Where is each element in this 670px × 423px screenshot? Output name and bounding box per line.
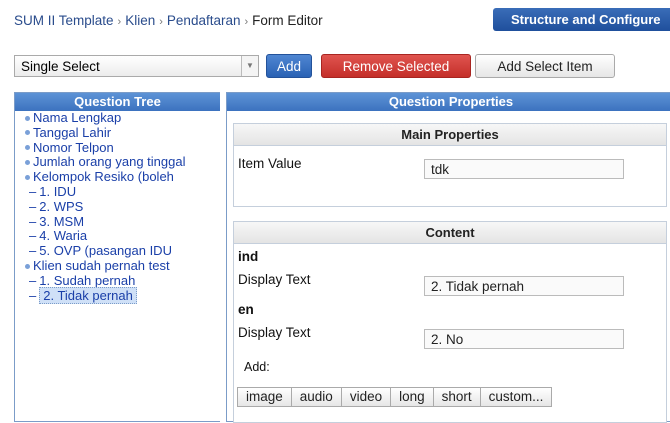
dash-icon: – [29,213,37,229]
tree-subitem[interactable]: –2. WPS [15,198,220,215]
image-button[interactable]: image [237,387,292,407]
breadcrumb-separator-icon: › [117,16,122,28]
bullet-icon [25,159,30,165]
question-type-value: Single Select [21,59,100,74]
content-title: Content [234,222,666,244]
tree-item[interactable]: Tanggal Lahir [15,125,220,141]
audio-button[interactable]: audio [290,387,342,407]
dash-icon: – [29,243,37,259]
tree-item[interactable]: Kelompok Resiko (boleh [15,169,220,185]
tree-subitem[interactable]: –1. IDU [15,183,220,200]
tree-item[interactable]: Nomor Telpon [15,140,220,156]
main-properties-section: Main Properties Item Value tdk [233,123,667,207]
breadcrumb: SUM II Template › Klien › Pendaftaran › Form E… [14,13,323,28]
tree-item[interactable]: Nama Lengkap [15,110,220,126]
structure-configure-button[interactable]: Structure and Configure [493,8,670,31]
bullet-icon [25,130,30,136]
display-text-input-en[interactable]: 2. No [424,329,624,349]
media-button-bar: image audio video long short custom... [237,387,553,407]
display-text-label: Display Text [238,272,311,287]
add-button[interactable]: Add [266,54,312,78]
short-button[interactable]: short [432,387,481,407]
breadcrumb-item-template[interactable]: SUM II Template [14,13,114,28]
display-text-input-ind[interactable]: 2. Tidak pernah [424,276,624,296]
dash-icon: – [29,287,37,303]
tree-subitem[interactable]: –5. OVP (pasangan IDU [15,243,220,259]
dash-icon: – [29,198,37,214]
add-select-item-button[interactable]: Add Select Item [475,54,615,78]
language-label-ind: ind [238,249,259,264]
tree-subitem-selected[interactable]: –2. Tidak pernah [15,286,220,304]
remove-selected-button[interactable]: Remove Selected [321,54,471,78]
tree-subitem[interactable]: –3. MSM [15,213,220,230]
item-value-label: Item Value [238,156,302,171]
question-properties-panel: Question Properties Main Properties Item… [226,92,670,423]
video-button[interactable]: video [340,387,392,407]
question-tree-title: Question Tree [15,93,220,111]
long-button[interactable]: long [390,387,434,407]
bullet-icon [25,174,30,180]
add-media-label: Add: [244,360,270,374]
bullet-icon [25,263,30,269]
language-label-en: en [238,302,254,317]
question-tree-list: Nama Lengkap Tanggal Lahir Nomor Telpon … [15,110,220,304]
question-type-select[interactable]: Single Select ▼ [14,55,259,77]
tree-item[interactable]: Klien sudah pernah test [15,258,220,274]
breadcrumb-current: Form Editor [252,13,323,28]
breadcrumb-item-pendaftaran[interactable]: Pendaftaran [167,13,241,28]
question-tree-panel: Question Tree Nama Lengkap Tanggal Lahir… [14,92,220,422]
breadcrumb-item-klien[interactable]: Klien [125,13,155,28]
dash-icon: – [29,228,37,244]
display-text-label: Display Text [238,325,311,340]
chevron-down-icon[interactable]: ▼ [241,56,258,76]
item-value-input[interactable]: tdk [424,159,624,179]
dash-icon: – [29,272,37,288]
bullet-icon [25,145,30,151]
tree-subitem[interactable]: –4. Waria [15,228,220,244]
main-properties-title: Main Properties [234,124,666,146]
question-properties-title: Question Properties [227,93,670,111]
breadcrumb-separator-icon: › [159,16,163,28]
tree-item[interactable]: Jumlah orang yang tinggal [15,154,220,170]
breadcrumb-separator-icon: › [244,16,249,28]
custom-button[interactable]: custom... [479,387,553,407]
dash-icon: – [29,183,37,199]
bullet-icon [25,115,30,121]
